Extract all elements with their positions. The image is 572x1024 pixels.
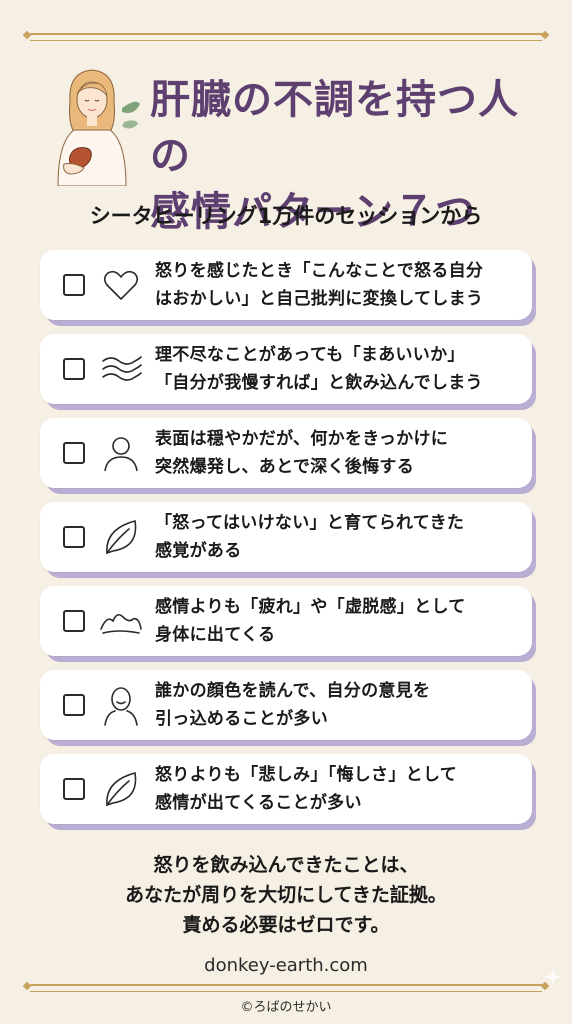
checkbox[interactable]: [63, 526, 85, 548]
leaf-icon: [99, 767, 143, 811]
wave-icon: [99, 347, 143, 391]
checklist-item: 感情よりも「疲れ」や「虚脱感」として 身体に出てくる: [40, 586, 536, 662]
leaf-icon: [99, 515, 143, 559]
copyright: ©ろばのせかい: [240, 1000, 332, 1015]
person-icon: [99, 431, 143, 475]
item-text: 誰かの顔色を読んで、自分の意見を 引っ込めることが多い: [155, 681, 431, 729]
checklist-item: 怒りを感じたとき「こんなことで怒る自分 はおかしい」と自己批判に変換してしまう: [40, 250, 536, 326]
item-text: 感情よりも「疲れ」や「虚脱感」として 身体に出てくる: [155, 597, 466, 645]
checklist-item: 表面は穏やかだが、何かをきっかけに 突然爆発し、あとで深く後悔する: [40, 418, 536, 494]
bottom-divider: [30, 984, 542, 992]
top-divider: [30, 33, 542, 41]
website-url[interactable]: donkey-earth.com: [0, 955, 572, 976]
item-text: 「怒ってはいけない」と育てられてきた 感覚がある: [155, 513, 465, 561]
checkbox[interactable]: [63, 442, 85, 464]
checklist-item: 怒りよりも「悲しみ」「悔しさ」として 感情が出てくることが多い: [40, 754, 536, 830]
checkbox[interactable]: [63, 694, 85, 716]
fatigue-wave-icon: [99, 599, 143, 643]
checklist-item: 「怒ってはいけない」と育てられてきた 感覚がある: [40, 502, 536, 578]
checkbox[interactable]: [63, 778, 85, 800]
checklist: 怒りを感じたとき「こんなことで怒る自分 はおかしい」と自己批判に変換してしまう …: [40, 250, 536, 838]
subtitle: シータヒーリング1万件のセッションから: [89, 204, 483, 228]
sparkle-icon: [544, 968, 562, 986]
closing-message: 怒りを飲み込んできたことは、 あなたが周りを大切にしてきた証拠。 責める必要はゼ…: [125, 854, 447, 936]
heart-icon: [99, 263, 143, 307]
face-icon: [99, 683, 143, 727]
item-text: 理不尽なことがあっても「まあいいか」 「自分が我慢すれば」と飲み込んでしまう: [155, 345, 483, 393]
checkbox[interactable]: [63, 358, 85, 380]
checkbox[interactable]: [63, 610, 85, 632]
checklist-item: 理不尽なことがあっても「まあいいか」 「自分が我慢すれば」と飲み込んでしまう: [40, 334, 536, 410]
title-line-1: 肝臓の不調を持つ人の: [150, 77, 519, 179]
woman-illustration: [40, 62, 144, 187]
checklist-item: 誰かの顔色を読んで、自分の意見を 引っ込めることが多い: [40, 670, 536, 746]
checkbox[interactable]: [63, 274, 85, 296]
item-text: 怒りを感じたとき「こんなことで怒る自分 はおかしい」と自己批判に変換してしまう: [155, 261, 484, 309]
item-text: 怒りよりも「悲しみ」「悔しさ」として 感情が出てくることが多い: [155, 765, 458, 813]
item-text: 表面は穏やかだが、何かをきっかけに 突然爆発し、あとで深く後悔する: [155, 429, 449, 477]
